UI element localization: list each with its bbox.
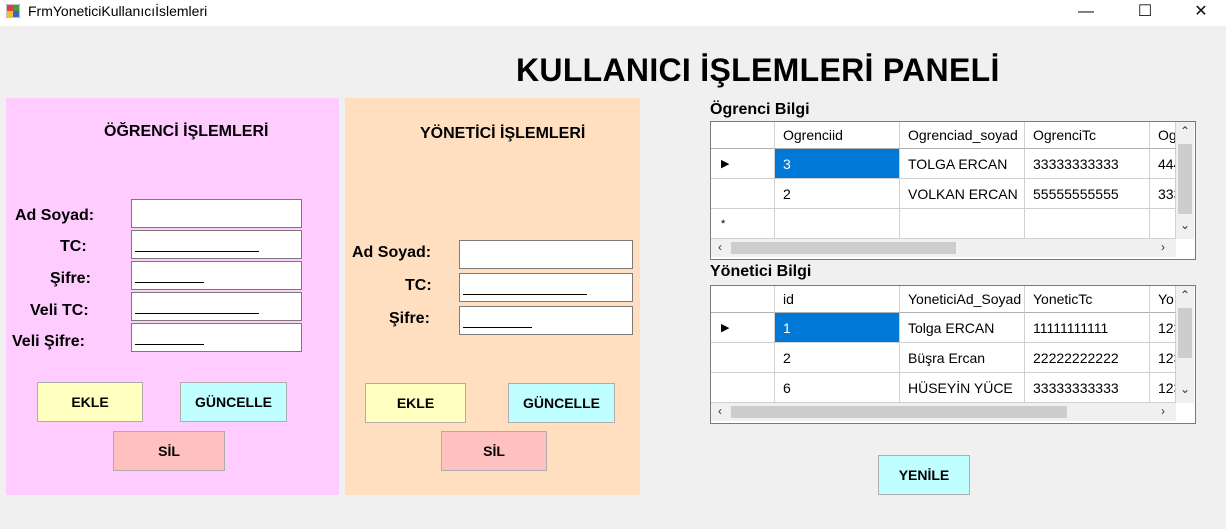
grid-cell[interactable]: 123 bbox=[1150, 343, 1176, 373]
grid-cell[interactable] bbox=[900, 209, 1025, 239]
student-sifre-label: Şifre: bbox=[50, 270, 91, 287]
student-ad-soyad-label: Ad Soyad: bbox=[15, 207, 95, 224]
grid-cell[interactable]: 123 bbox=[1150, 313, 1176, 343]
grid-corner-header bbox=[711, 286, 775, 313]
grid-cell[interactable]: Tolga ERCAN bbox=[900, 313, 1025, 343]
admin-sifre-label: Şifre: bbox=[389, 310, 430, 327]
grid-cell[interactable]: VOLKAN ERCAN bbox=[900, 179, 1025, 209]
student-veli-sifre-input[interactable] bbox=[131, 323, 302, 352]
admin-panel-header: YÖNETİCİ İŞLEMLERİ bbox=[420, 125, 586, 142]
close-icon: ✕ bbox=[1194, 3, 1208, 20]
column-header[interactable]: OgrenciTc bbox=[1025, 122, 1150, 149]
page-title: KULLANICI İŞLEMLERİ PANELİ bbox=[516, 52, 1000, 88]
student-ad-soyad-input[interactable] bbox=[131, 199, 302, 228]
grid-cell[interactable]: 2 bbox=[775, 179, 900, 209]
admin-sifre-input[interactable] bbox=[459, 306, 633, 335]
student-tc-input[interactable] bbox=[131, 230, 302, 259]
admin-grid-label: Yönetici Bilgi bbox=[710, 263, 812, 280]
grid-cell[interactable] bbox=[1025, 209, 1150, 239]
scroll-left-icon[interactable]: ‹ bbox=[711, 404, 729, 418]
grid-cell[interactable] bbox=[1150, 209, 1176, 239]
grid-cell[interactable]: 333 bbox=[1150, 179, 1176, 209]
scroll-left-icon[interactable]: ‹ bbox=[711, 240, 729, 254]
scroll-down-icon[interactable]: ⌄ bbox=[1176, 218, 1194, 232]
student-tc-label: TC: bbox=[60, 238, 87, 255]
window-title: FrmYoneticiKullanıcıİslemleri bbox=[28, 3, 208, 19]
grid-cell[interactable]: 2 bbox=[775, 343, 900, 373]
grid-cell[interactable]: TOLGA ERCAN bbox=[900, 149, 1025, 179]
column-header[interactable]: Ogrenciad_soyad bbox=[900, 122, 1025, 149]
admin-tc-input[interactable] bbox=[459, 273, 633, 302]
student-veli-sifre-label: Veli Şifre: bbox=[12, 333, 85, 350]
student-guncelle-button[interactable]: GÜNCELLE bbox=[180, 382, 287, 422]
grid-cell[interactable]: 123 bbox=[1150, 373, 1176, 403]
admin-ad-soyad-label: Ad Soyad: bbox=[352, 244, 432, 261]
student-grid-label: Ögrenci Bilgi bbox=[710, 101, 810, 118]
grid-cell[interactable]: 3 bbox=[775, 149, 900, 179]
scroll-right-icon[interactable]: › bbox=[1154, 240, 1172, 254]
student-panel: ÖĞRENCİ İŞLEMLERİ Ad Soyad: TC: Şifre: V… bbox=[6, 98, 339, 495]
yenile-button[interactable]: YENİLE bbox=[878, 455, 970, 495]
minimize-icon: — bbox=[1078, 3, 1094, 20]
student-grid[interactable]: Ogrenciid Ogrenciad_soyad OgrenciTc Og ▶… bbox=[710, 121, 1196, 260]
minimize-button[interactable]: — bbox=[1057, 0, 1115, 24]
admin-guncelle-button[interactable]: GÜNCELLE bbox=[508, 383, 615, 423]
column-header[interactable]: YoneticiAd_Soyad bbox=[900, 286, 1025, 313]
admin-grid[interactable]: id YoneticiAd_Soyad YoneticTc Yo ▶ 1 Tol… bbox=[710, 285, 1196, 424]
row-header[interactable] bbox=[711, 373, 775, 403]
grid-corner-header bbox=[711, 122, 775, 149]
student-sil-button[interactable]: SİL bbox=[113, 431, 225, 471]
horizontal-scrollbar[interactable]: ‹ › bbox=[711, 239, 1176, 257]
row-header[interactable] bbox=[711, 179, 775, 209]
student-veli-tc-label: Veli TC: bbox=[30, 302, 89, 319]
student-sifre-input[interactable] bbox=[131, 261, 302, 290]
grid-cell[interactable]: 444 bbox=[1150, 149, 1176, 179]
title-bar: FrmYoneticiKullanıcıİslemleri — ☐ ✕ bbox=[0, 0, 1226, 26]
column-header[interactable]: Ogrenciid bbox=[775, 122, 900, 149]
maximize-icon: ☐ bbox=[1137, 3, 1153, 20]
scroll-down-icon[interactable]: ⌄ bbox=[1176, 382, 1194, 396]
row-header[interactable] bbox=[711, 343, 775, 373]
grid-cell[interactable]: 11111111111 bbox=[1025, 313, 1150, 343]
grid-cell[interactable]: Büşra Ercan bbox=[900, 343, 1025, 373]
student-panel-header: ÖĞRENCİ İŞLEMLERİ bbox=[104, 123, 269, 140]
admin-ad-soyad-input[interactable] bbox=[459, 240, 633, 269]
grid-cell[interactable]: HÜSEYİN YÜCE bbox=[900, 373, 1025, 403]
scroll-thumb[interactable] bbox=[731, 242, 956, 254]
new-row-marker-icon[interactable]: * bbox=[711, 209, 775, 239]
maximize-button[interactable]: ☐ bbox=[1116, 0, 1174, 24]
grid-cell[interactable]: 33333333333 bbox=[1025, 149, 1150, 179]
column-header[interactable]: Og bbox=[1150, 122, 1176, 149]
admin-tc-label: TC: bbox=[405, 277, 432, 294]
student-veli-tc-input[interactable] bbox=[131, 292, 302, 321]
scroll-thumb[interactable] bbox=[1178, 308, 1192, 358]
row-selector-icon[interactable]: ▶ bbox=[711, 313, 775, 343]
close-button[interactable]: ✕ bbox=[1172, 0, 1226, 24]
admin-sil-button[interactable]: SİL bbox=[441, 431, 547, 471]
vertical-scrollbar[interactable]: ⌃ ⌄ bbox=[1176, 122, 1194, 239]
app-icon bbox=[6, 4, 20, 18]
row-selector-icon[interactable]: ▶ bbox=[711, 149, 775, 179]
grid-cell[interactable]: 6 bbox=[775, 373, 900, 403]
scroll-thumb[interactable] bbox=[1178, 144, 1192, 214]
horizontal-scrollbar[interactable]: ‹ › bbox=[711, 403, 1176, 421]
column-header[interactable]: id bbox=[775, 286, 900, 313]
scroll-up-icon[interactable]: ⌃ bbox=[1176, 288, 1194, 302]
grid-cell[interactable] bbox=[775, 209, 900, 239]
grid-cell[interactable]: 1 bbox=[775, 313, 900, 343]
student-ekle-button[interactable]: EKLE bbox=[37, 382, 143, 422]
vertical-scrollbar[interactable]: ⌃ ⌄ bbox=[1176, 286, 1194, 403]
scroll-right-icon[interactable]: › bbox=[1154, 404, 1172, 418]
admin-ekle-button[interactable]: EKLE bbox=[365, 383, 466, 423]
grid-cell[interactable]: 33333333333 bbox=[1025, 373, 1150, 403]
scroll-up-icon[interactable]: ⌃ bbox=[1176, 124, 1194, 138]
column-header[interactable]: YoneticTc bbox=[1025, 286, 1150, 313]
column-header[interactable]: Yo bbox=[1150, 286, 1176, 313]
scroll-thumb[interactable] bbox=[731, 406, 1067, 418]
grid-cell[interactable]: 55555555555 bbox=[1025, 179, 1150, 209]
grid-cell[interactable]: 22222222222 bbox=[1025, 343, 1150, 373]
admin-panel: YÖNETİCİ İŞLEMLERİ Ad Soyad: TC: Şifre: … bbox=[345, 98, 640, 495]
